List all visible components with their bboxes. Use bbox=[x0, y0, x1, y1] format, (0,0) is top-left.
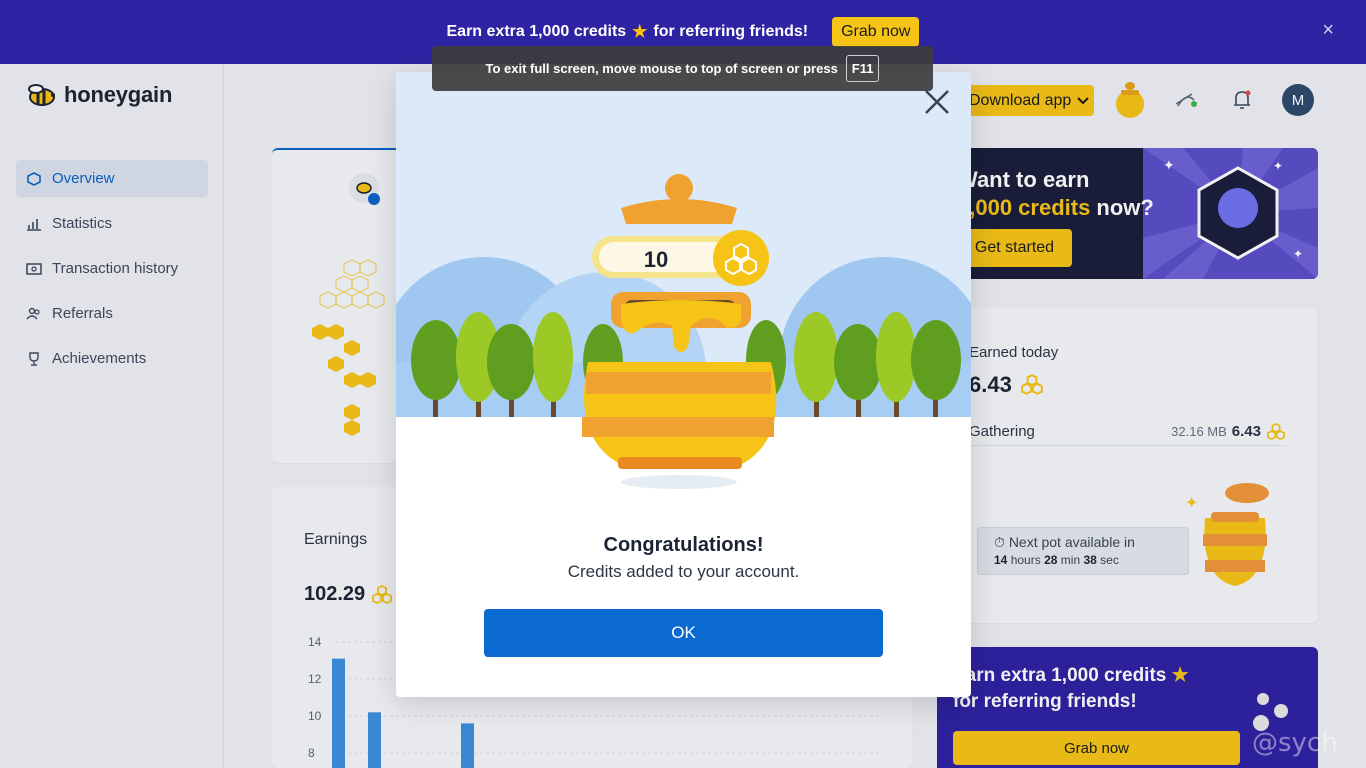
close-icon[interactable]: × bbox=[1322, 20, 1334, 40]
congratulations-modal: 10 Congratulations! Credits added to you… bbox=[396, 72, 971, 697]
modal-title: Congratulations! bbox=[603, 534, 764, 556]
ok-button[interactable]: OK bbox=[484, 609, 883, 657]
modal-subtitle: Credits added to your account. bbox=[567, 562, 800, 581]
promo-banner-text: Earn extra 1,000 credits ★ for referring… bbox=[447, 22, 809, 42]
f11-key: F11 bbox=[845, 55, 880, 82]
honey-pot-scene-illustration: 10 bbox=[396, 72, 971, 492]
modal-credits-amount: 10 bbox=[644, 247, 668, 272]
star-icon: ★ bbox=[632, 22, 648, 41]
grab-now-button[interactable]: Grab now bbox=[832, 17, 920, 47]
promo-banner-text-main: Earn extra 1,000 credits bbox=[446, 23, 627, 40]
fullscreen-notice: To exit full screen, move mouse to top o… bbox=[432, 46, 933, 91]
promo-banner-text-after: for referring friends! bbox=[653, 23, 809, 40]
watermark: @sych bbox=[1252, 728, 1338, 758]
fullscreen-notice-text: To exit full screen, move mouse to top o… bbox=[485, 61, 838, 76]
